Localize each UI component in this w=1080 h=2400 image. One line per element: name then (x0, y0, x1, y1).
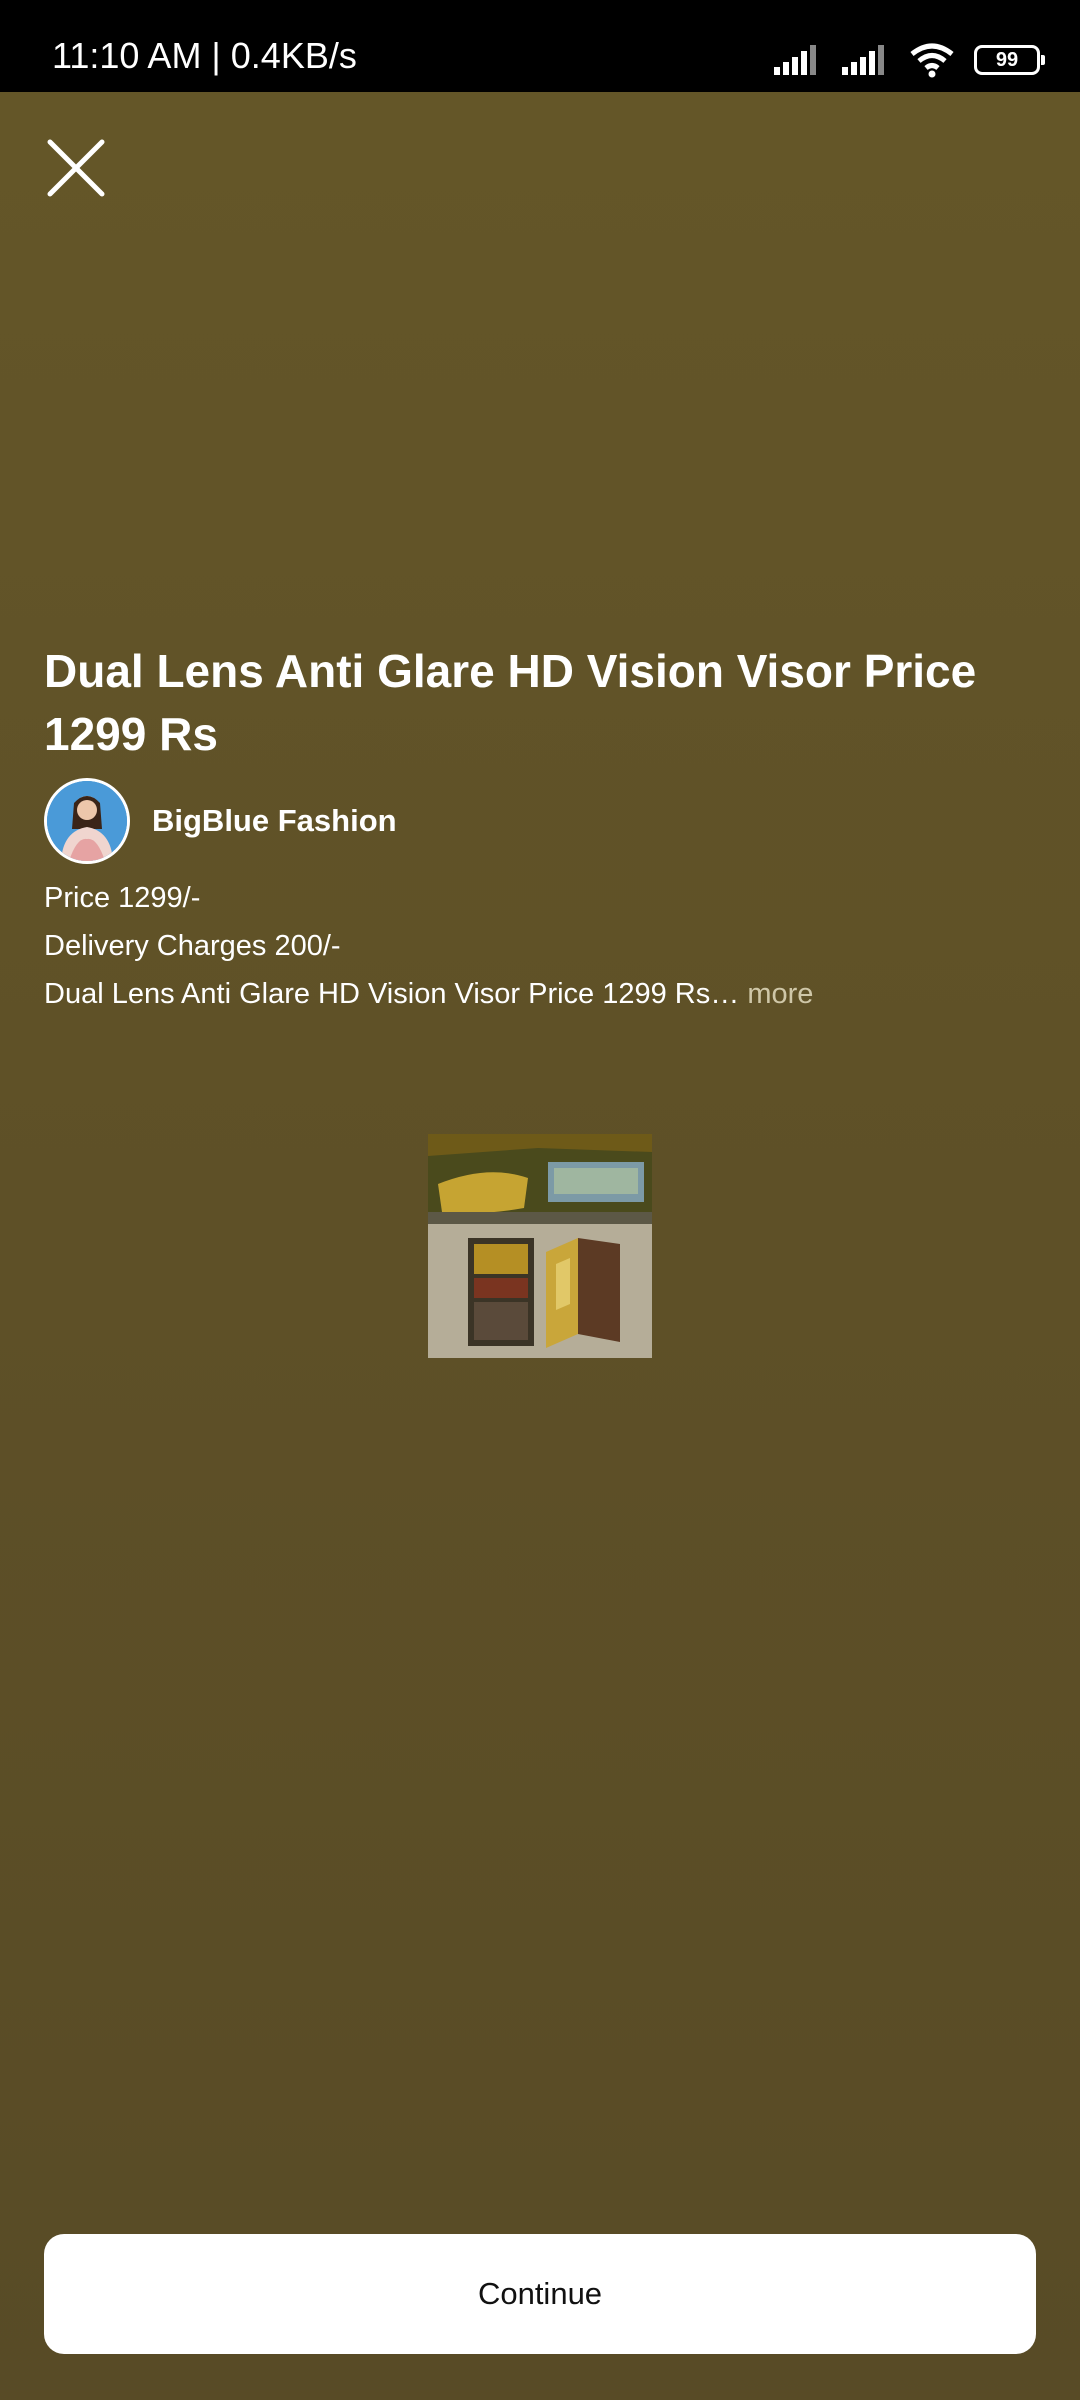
close-button[interactable] (44, 136, 108, 200)
close-icon (47, 139, 105, 197)
post-detail-screen: Dual Lens Anti Glare HD Vision Visor Pri… (0, 92, 1080, 2400)
signal-icon (842, 45, 884, 75)
battery-level: 99 (995, 48, 1019, 71)
author-row[interactable]: BigBlue Fashion (44, 778, 397, 864)
description-text: Dual Lens Anti Glare HD Vision Visor Pri… (44, 978, 740, 1010)
avatar[interactable] (44, 778, 130, 864)
more-link[interactable]: more (747, 978, 813, 1010)
wifi-icon (910, 43, 954, 78)
author-name[interactable]: BigBlue Fashion (152, 803, 397, 839)
status-icons: 99 (772, 40, 1045, 80)
post-description: Price 1299/- Delivery Charges 200/- Dual… (44, 874, 813, 1018)
status-bar: 11:10 AM | 0.4KB/s 99 (0, 0, 1080, 92)
product-image (428, 1134, 652, 1358)
signal-icon (774, 45, 816, 75)
battery-icon: 99 (974, 45, 1045, 75)
post-title: Dual Lens Anti Glare HD Vision Visor Pri… (44, 645, 977, 760)
status-time: 11:10 AM | 0.4KB/s (52, 35, 357, 76)
description-line: Delivery Charges 200/- (44, 930, 341, 962)
description-line: Price 1299/- (44, 882, 201, 914)
description-line: Dual Lens Anti Glare HD Vision Visor Pri… (44, 970, 813, 1018)
continue-button[interactable]: Continue (44, 2234, 1036, 2354)
